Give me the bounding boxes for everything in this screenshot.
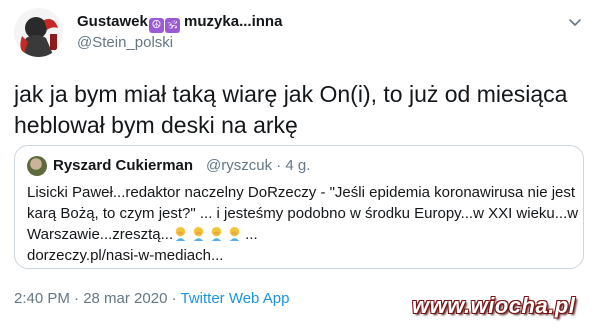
tweet-text: jak ja bym miał taką wiarę jak On(i), to… xyxy=(14,79,584,141)
quoted-author-meta: @ryszcuk · 4 g. xyxy=(206,157,311,174)
om-symbol-icon: 🕉 xyxy=(164,18,180,33)
author-name-suffix: muzyka...inna xyxy=(179,13,283,30)
tweet-source-link[interactable]: Twitter Web App xyxy=(180,290,289,307)
quoted-text-line: dorzeczy.pl/nasi-w-mediach... xyxy=(27,247,224,264)
author-avatar[interactable] xyxy=(14,8,63,57)
quoted-text-segment: ... xyxy=(245,226,258,243)
tweet-timestamp: 2:40 PM · 28 mar 2020 · Twitter Web App xyxy=(14,290,289,307)
more-options-chevron-icon[interactable] xyxy=(567,14,583,30)
man-facepalming-icon xyxy=(229,226,240,241)
quoted-author-name: Ryszard Cukierman xyxy=(53,157,194,174)
quoted-text-line: Warszawie...zresztą...... xyxy=(27,224,577,245)
quoted-text-segment: Warszawie...zresztą... xyxy=(27,226,174,243)
avatar-image xyxy=(14,8,63,57)
man-facepalming-icon xyxy=(193,226,204,241)
peace-symbol-icon: ☮ xyxy=(148,18,164,33)
author-name[interactable]: Gustawek ☮ 🕉 muzyka...inna xyxy=(77,13,282,33)
author-name-text: Gustawek xyxy=(77,13,148,30)
quoted-author-avatar[interactable] xyxy=(27,156,47,176)
tweet-text-line: jak ja bym miał taką wiarę jak On(i), to… xyxy=(14,81,568,107)
tweet-card: Gustawek ☮ 🕉 muzyka...inna @Stein_polski j… xyxy=(0,0,597,331)
watermark: www.wiocha.pl xyxy=(412,293,576,318)
quoted-text-line: karą Bożą, to czym jest?" ... i jesteśmy… xyxy=(27,205,579,222)
quoted-tweet-text: Lisicki Paweł...redaktor naczelny DoRzec… xyxy=(27,182,579,266)
author-handle[interactable]: @Stein_polski xyxy=(77,34,173,51)
quoted-tweet[interactable]: Ryszard Cukierman @ryszcuk · 4 g. Lisick… xyxy=(14,145,584,269)
timestamp-date[interactable]: 2:40 PM · 28 mar 2020 · xyxy=(14,290,180,307)
man-facepalming-icon xyxy=(211,226,222,241)
quoted-text-line: Lisicki Paweł...redaktor naczelny DoRzec… xyxy=(27,184,576,201)
man-facepalming-icon xyxy=(175,226,186,241)
tweet-text-line: heblował bym deski na arkę xyxy=(14,112,298,138)
